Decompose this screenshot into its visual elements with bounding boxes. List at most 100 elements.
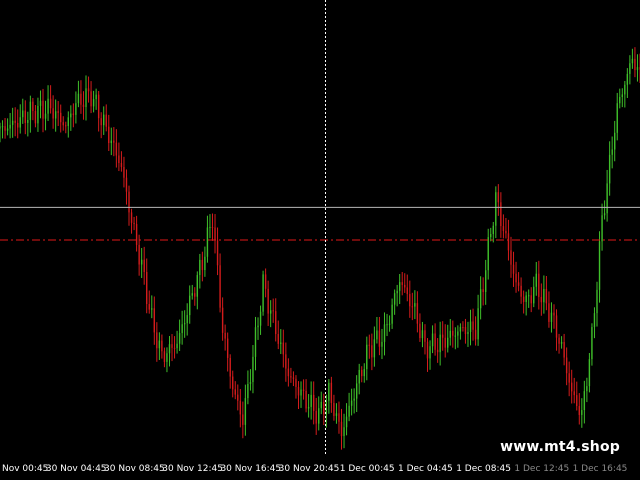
x-tick-label: 30 Nov 00:45: [0, 464, 48, 474]
candle: [163, 347, 166, 368]
x-tick-label: 30 Nov 12:45: [162, 464, 223, 474]
candle-body: [398, 282, 401, 291]
candle-body: [396, 290, 398, 294]
candlestick-chart[interactable]: 30 Nov 00:4530 Nov 04:4530 Nov 08:4530 N…: [0, 0, 640, 480]
candle-body: [355, 383, 358, 399]
candle-body: [421, 330, 424, 339]
candle: [636, 54, 639, 82]
candle-body: [472, 321, 474, 330]
candle: [454, 327, 457, 350]
candle-body: [330, 382, 333, 403]
candle: [626, 68, 629, 98]
candle: [87, 76, 90, 103]
candle-body: [361, 369, 363, 377]
candle: [52, 95, 54, 129]
candle: [606, 169, 608, 222]
candle: [353, 388, 355, 414]
candle: [285, 342, 287, 382]
candle-body: [143, 259, 145, 272]
candle: [510, 236, 512, 278]
candle: [264, 268, 267, 298]
candle: [616, 92, 618, 141]
candle: [229, 354, 231, 389]
candle-body: [449, 330, 451, 338]
candle: [563, 333, 565, 366]
candle-body: [300, 389, 302, 396]
candle: [70, 105, 72, 131]
candle-body: [447, 337, 449, 348]
candle: [565, 347, 568, 386]
candle-body: [454, 335, 457, 337]
candle-body: [586, 386, 588, 392]
candle-body: [90, 91, 92, 107]
candle-body: [189, 295, 191, 316]
candle: [333, 394, 335, 421]
candle: [464, 318, 467, 344]
candle: [462, 321, 464, 332]
candle-body: [24, 110, 26, 123]
candle: [57, 101, 59, 126]
candle-body: [505, 230, 507, 234]
candle: [133, 216, 135, 231]
candle: [173, 336, 176, 359]
candle-body: [128, 191, 130, 213]
candle-body: [72, 113, 75, 115]
candle: [560, 336, 563, 349]
candle: [573, 377, 575, 404]
candle: [224, 324, 226, 351]
candle-body: [591, 327, 593, 360]
candle-body: [510, 250, 512, 265]
candle-body: [335, 413, 338, 416]
candle-body: [378, 330, 381, 347]
candle-body: [87, 88, 90, 92]
candle: [581, 398, 583, 428]
candle: [297, 381, 300, 410]
candle: [533, 276, 535, 308]
candle: [490, 227, 492, 242]
candle-body: [502, 226, 505, 231]
candle-body: [338, 413, 340, 422]
candle-series: [0, 47, 640, 450]
candle-body: [373, 339, 376, 358]
candle-body: [11, 120, 14, 125]
candle-body: [1, 126, 4, 128]
candle: [305, 379, 307, 413]
candle-body: [54, 111, 57, 119]
candle: [24, 100, 26, 135]
candle: [441, 321, 444, 351]
candle-body: [477, 308, 479, 340]
candle-body: [138, 244, 140, 265]
candle-body: [444, 337, 446, 348]
candle: [153, 296, 156, 345]
candle: [361, 366, 363, 383]
candle-body: [118, 155, 120, 164]
candle: [404, 273, 406, 293]
candle-body: [578, 406, 580, 415]
candle-body: [264, 274, 267, 289]
candle: [492, 221, 494, 243]
candle-body: [146, 271, 148, 305]
candle-body: [161, 340, 163, 352]
candle-body: [259, 311, 262, 326]
candle-body: [583, 391, 586, 411]
candle-body: [388, 323, 391, 325]
candle: [328, 379, 330, 414]
candle: [262, 270, 264, 316]
candle: [457, 325, 459, 348]
candle: [583, 380, 586, 424]
candle: [148, 290, 150, 314]
candle-body: [512, 264, 515, 274]
candle-body: [103, 114, 105, 126]
candle: [72, 103, 75, 128]
candle: [161, 334, 163, 359]
candle-body: [183, 323, 186, 325]
candle-body: [368, 344, 371, 346]
candle-body: [292, 377, 295, 379]
candle-body: [22, 110, 24, 118]
candle-body: [522, 296, 525, 302]
candle-body: [67, 117, 70, 126]
candle: [90, 81, 92, 114]
candle-body: [275, 311, 277, 335]
level-lines: [0, 206, 640, 241]
candle-body: [257, 325, 259, 328]
